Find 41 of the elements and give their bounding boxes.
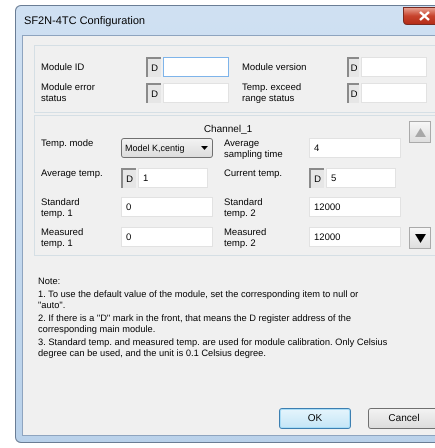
note-text: 3. Standard temp. and measured temp. are used for module calibration. Only Celsius degree can be used, and the unit is 0.1 Celsius degree. bbox=[38, 337, 388, 359]
field-label: Current temp. bbox=[224, 167, 282, 179]
field-label: Average temp. bbox=[41, 167, 103, 179]
register-prefix: D bbox=[347, 57, 359, 77]
input-field[interactable]: 12000 bbox=[309, 227, 401, 247]
field-label: Module ID bbox=[41, 62, 84, 72]
field-label: Standard temp. 1 bbox=[41, 196, 81, 219]
channel-title: Channel_1 bbox=[204, 124, 252, 135]
register-prefix: D bbox=[121, 168, 136, 188]
register-prefix: D bbox=[146, 83, 161, 103]
mode-dropdown[interactable]: Model K,centig bbox=[121, 138, 213, 158]
input-field[interactable]: 12000 bbox=[309, 197, 401, 217]
field-label: Temp. mode bbox=[41, 137, 94, 149]
window-title: SF2N-4TC Configuration bbox=[23, 14, 146, 26]
scroll-down-button[interactable] bbox=[409, 227, 431, 249]
field-label: Module error status bbox=[41, 82, 96, 104]
note-title: Note: bbox=[38, 276, 62, 287]
down-triangle-icon bbox=[414, 234, 426, 242]
ok-button[interactable]: OK bbox=[279, 408, 351, 429]
input-field[interactable] bbox=[163, 57, 229, 77]
register-prefix: D bbox=[347, 83, 359, 103]
field-label: Measured temp. 1 bbox=[41, 226, 84, 249]
input-field[interactable]: 0 bbox=[121, 197, 213, 217]
input-field[interactable]: 4 bbox=[309, 138, 401, 158]
field-label: Module version bbox=[242, 62, 306, 72]
note-text: 1. To use the default value of the module, set the corresponding item to null or "auto". bbox=[38, 289, 360, 311]
input-field[interactable]: 1 bbox=[138, 168, 208, 188]
register-prefix: D bbox=[146, 57, 161, 77]
input-field[interactable]: 5 bbox=[326, 168, 396, 188]
field-label: Standard temp. 2 bbox=[224, 196, 264, 219]
up-triangle-icon bbox=[414, 128, 426, 136]
note-text: 2. If there is a "D" mark in the front, that means the D register address of the corresponding main module. bbox=[38, 313, 352, 335]
close-icon bbox=[418, 10, 430, 20]
cancel-button[interactable]: Cancel bbox=[368, 408, 435, 429]
input-field[interactable]: 0 bbox=[121, 227, 213, 247]
register-prefix: D bbox=[309, 168, 324, 188]
field-label: Temp. exceed range status bbox=[242, 82, 302, 104]
caret-icon bbox=[201, 146, 208, 150]
close-button[interactable] bbox=[403, 6, 435, 24]
field-label: Average sampling time bbox=[224, 137, 284, 160]
field-label: Measured temp. 2 bbox=[224, 226, 268, 249]
